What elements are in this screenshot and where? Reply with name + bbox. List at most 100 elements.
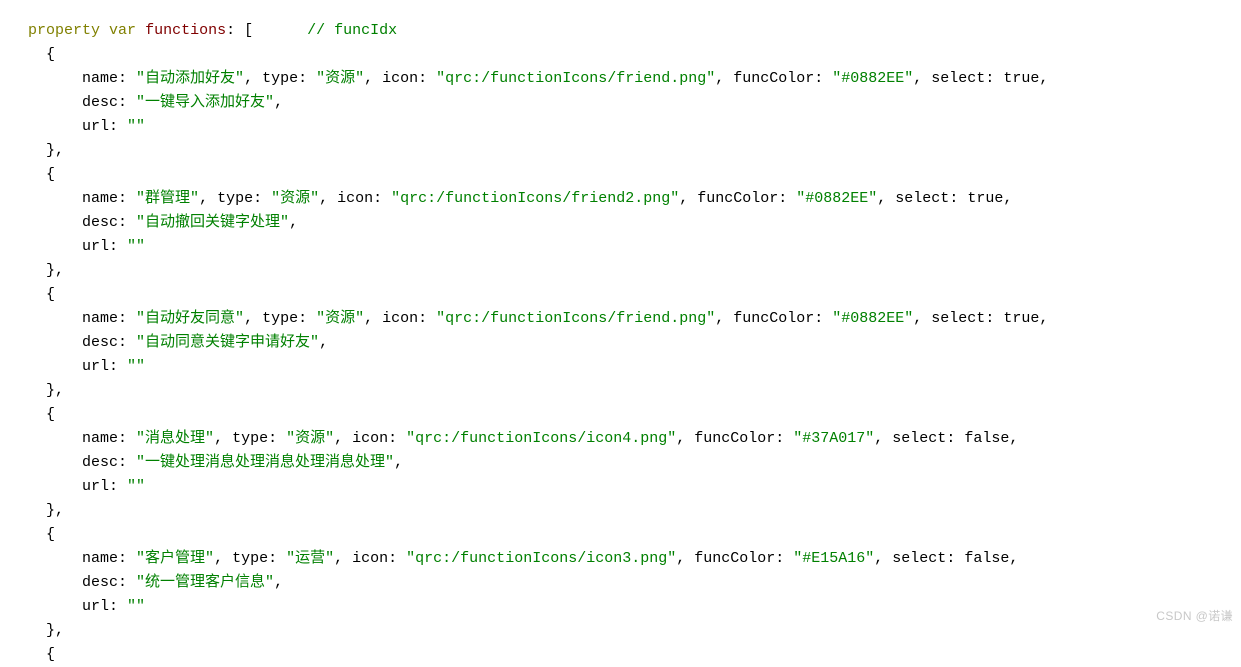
value-desc: "统一管理客户信息" (136, 574, 275, 591)
comma: , (334, 430, 353, 447)
colon: : (775, 550, 794, 567)
close-brace: }, (10, 622, 65, 639)
keyword-var: var (109, 22, 137, 39)
key-funccolor: funcColor (697, 190, 779, 207)
close-brace: }, (10, 502, 65, 519)
code-line-entry-main: name: "客户管理", type: "运营", icon: "qrc:/fu… (10, 547, 1241, 571)
keyword-property: property (28, 22, 101, 39)
key-url: url (82, 358, 110, 375)
colon: : (268, 550, 287, 567)
value-name: "客户管理" (136, 550, 215, 567)
value-funccolor: "#0882EE" (832, 70, 914, 87)
colon: : (946, 550, 965, 567)
value-url: "" (127, 358, 146, 375)
colon: : (118, 214, 137, 231)
code-line-open-brace: { (10, 403, 1241, 427)
comma: , (274, 574, 284, 591)
value-icon: "qrc:/functionIcons/friend.png" (436, 310, 716, 327)
key-select: select (931, 70, 986, 87)
code-line-entry-desc: desc: "统一管理客户信息", (10, 571, 1241, 595)
value-type: "资源" (316, 310, 365, 327)
value-type: "资源" (316, 70, 365, 87)
colon: : (109, 118, 128, 135)
value-url: "" (127, 238, 146, 255)
colon: : (949, 190, 968, 207)
value-type: "资源" (286, 430, 335, 447)
value-type: "运营" (286, 550, 335, 567)
leading-space (10, 22, 28, 39)
key-url: url (82, 478, 110, 495)
comma: , (676, 430, 695, 447)
comma: , (874, 430, 893, 447)
comma: , (1009, 430, 1019, 447)
key-type: type (217, 190, 254, 207)
value-select: false (964, 430, 1010, 447)
key-desc: desc (82, 574, 119, 591)
key-icon: icon (382, 70, 419, 87)
key-url: url (82, 238, 110, 255)
code-editor[interactable]: property var functions: [ // funcIdx { n… (0, 15, 1241, 663)
code-line-entry-main: name: "群管理", type: "资源", icon: "qrc:/fun… (10, 187, 1241, 211)
open-brace: { (10, 166, 56, 183)
value-desc: "一键处理消息处理消息处理消息处理" (136, 454, 395, 471)
code-line-entry-desc: desc: "自动撤回关键字处理", (10, 211, 1241, 235)
code-line-close-brace: }, (10, 499, 1241, 523)
colon: : (109, 598, 128, 615)
value-name: "自动好友同意" (136, 310, 245, 327)
colon: : (418, 70, 437, 87)
comma: , (1003, 190, 1013, 207)
colon: : (298, 70, 317, 87)
comma: , (364, 310, 383, 327)
code-line-entry-main: name: "自动好友同意", type: "资源", icon: "qrc:/… (10, 307, 1241, 331)
key-type: type (262, 70, 299, 87)
key-name: name (82, 430, 119, 447)
close-brace: }, (10, 382, 65, 399)
code-line-entry-url: url: "" (10, 235, 1241, 259)
key-funccolor: funcColor (694, 430, 776, 447)
code-line-entry-desc: desc: "一键导入添加好友", (10, 91, 1241, 115)
key-type: type (262, 310, 299, 327)
value-select: true (1003, 70, 1040, 87)
colon: : (118, 310, 137, 327)
value-icon: "qrc:/functionIcons/icon4.png" (406, 430, 677, 447)
value-select: true (1003, 310, 1040, 327)
colon: : (985, 70, 1004, 87)
comma: , (679, 190, 698, 207)
identifier-functions: functions (145, 22, 227, 39)
comma: , (1039, 310, 1049, 327)
colon: : (118, 94, 137, 111)
colon: : (118, 334, 137, 351)
colon: : (253, 190, 272, 207)
value-icon: "qrc:/functionIcons/friend.png" (436, 70, 716, 87)
colon: : (118, 70, 137, 87)
colon: : (373, 190, 392, 207)
code-line-entry-desc: desc: "一键处理消息处理消息处理消息处理", (10, 451, 1241, 475)
value-name: "群管理" (136, 190, 200, 207)
colon: : (109, 358, 128, 375)
comma: , (319, 334, 329, 351)
key-desc: desc (82, 214, 119, 231)
code-line-close-brace: }, (10, 379, 1241, 403)
code-line-close-brace: }, (10, 619, 1241, 643)
value-url: "" (127, 118, 146, 135)
code-text-area[interactable]: property var functions: [ // funcIdx { n… (0, 15, 1241, 667)
comment-funcidx: // funcIdx (307, 22, 398, 39)
comma: , (874, 550, 893, 567)
code-line-open-brace: { (10, 523, 1241, 547)
comma: , (319, 190, 338, 207)
value-icon: "qrc:/functionIcons/icon3.png" (406, 550, 677, 567)
value-name: "消息处理" (136, 430, 215, 447)
